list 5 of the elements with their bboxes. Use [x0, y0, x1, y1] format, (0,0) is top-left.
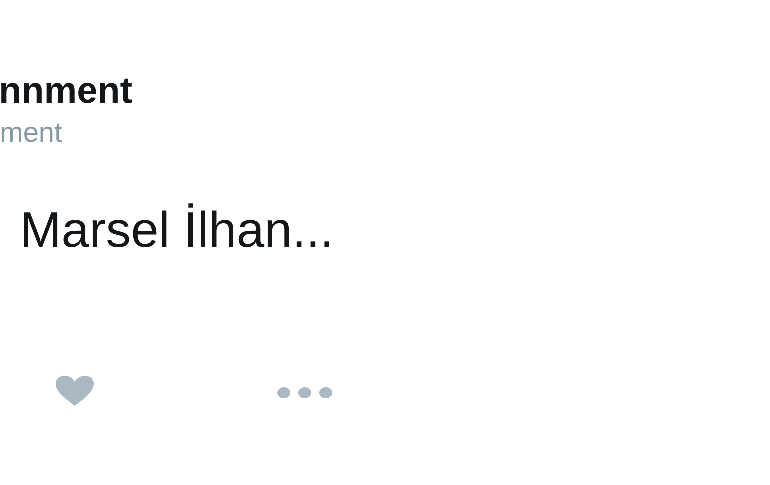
more-icon[interactable] [277, 386, 333, 400]
tweet-text: Marsel İlhan... [20, 201, 336, 260]
heart-icon[interactable] [55, 375, 95, 407]
display-name: nnment [0, 69, 134, 113]
user-handle: ment [0, 116, 64, 150]
